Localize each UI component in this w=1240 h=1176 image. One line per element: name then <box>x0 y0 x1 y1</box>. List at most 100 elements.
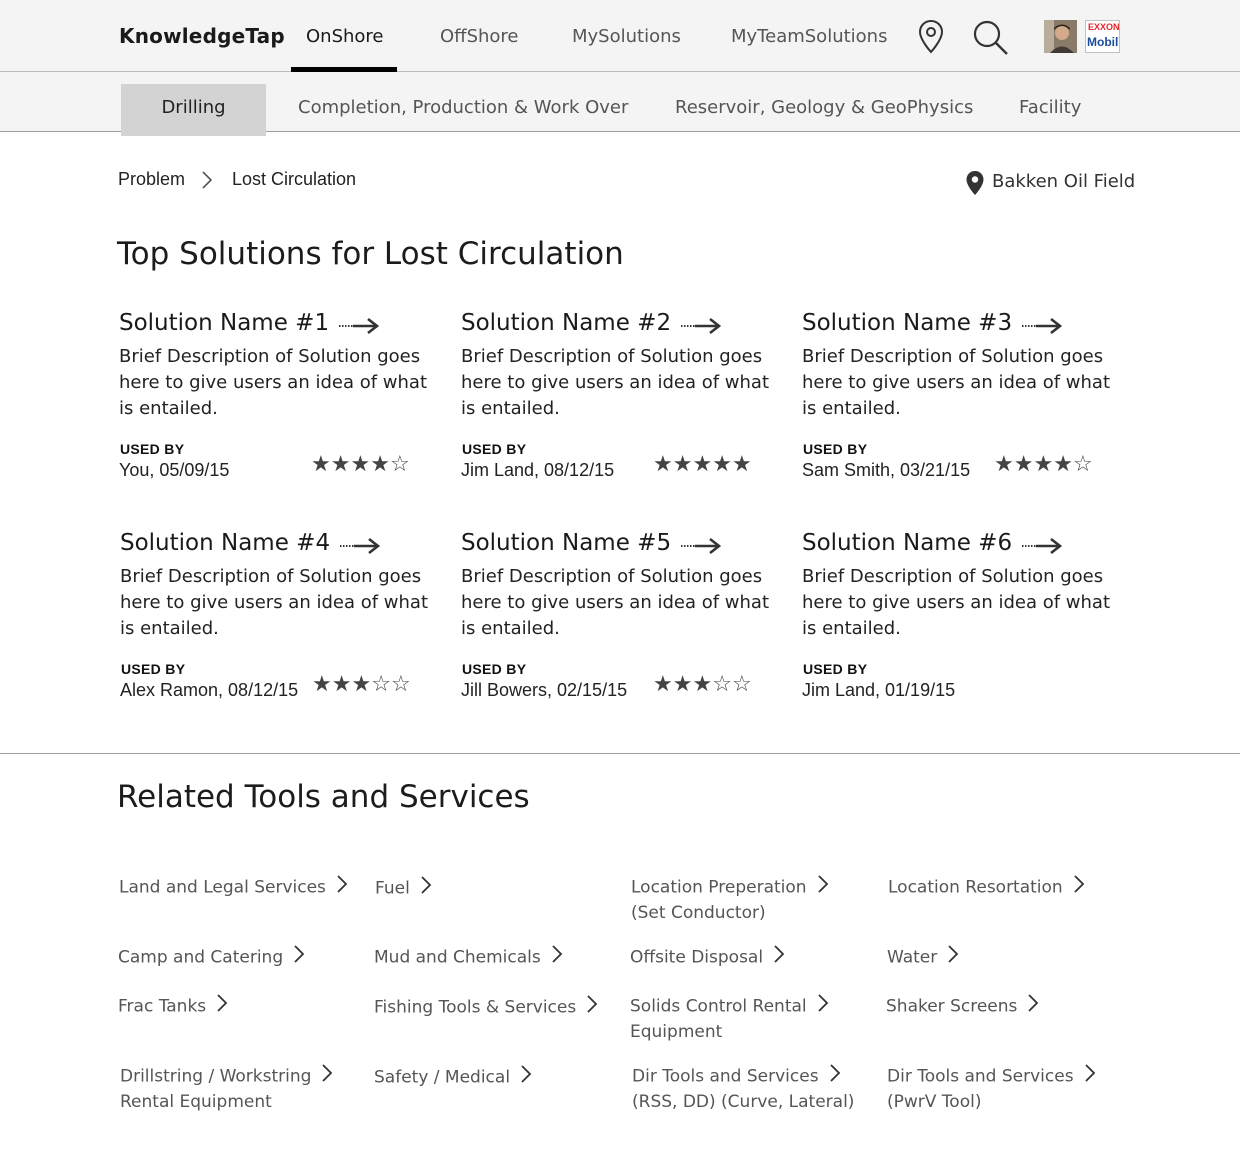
solution-card[interactable]: Solution Name #4 Brief Description of Sol… <box>120 530 440 730</box>
arrow-right-icon[interactable] <box>339 316 381 340</box>
star-rating[interactable]: ★★★☆☆ <box>312 672 411 697</box>
chevron-right-icon[interactable] <box>1073 874 1085 901</box>
star-rating[interactable]: ★★★☆☆ <box>653 672 752 697</box>
star-filled-icon[interactable]: ★ <box>692 672 712 697</box>
star-filled-icon[interactable]: ★ <box>732 452 752 477</box>
chevron-right-icon[interactable] <box>293 944 305 971</box>
solution-title[interactable]: Solution Name #4 <box>120 530 330 556</box>
tool-label[interactable]: Water <box>887 948 937 968</box>
star-filled-icon[interactable]: ★ <box>311 452 331 477</box>
related-tool-link[interactable]: Frac Tanks <box>118 993 228 1020</box>
star-filled-icon[interactable]: ★ <box>312 672 332 697</box>
related-tool-link[interactable]: Dir Tools and Services (PwrV Tool) <box>887 1063 1096 1114</box>
tool-label[interactable]: Shaker Screens <box>886 997 1017 1017</box>
search-icon[interactable] <box>972 19 1010 61</box>
tool-label[interactable]: Fishing Tools & Services <box>374 998 576 1018</box>
related-tool-link[interactable]: Mud and Chemicals <box>374 944 563 971</box>
app-brand[interactable]: KnowledgeTap <box>119 24 285 48</box>
solution-title[interactable]: Solution Name #1 <box>119 310 329 336</box>
arrow-right-icon[interactable] <box>681 536 723 560</box>
tool-label[interactable]: Solids Control Rental <box>630 997 807 1017</box>
related-tool-link[interactable]: Drillstring / Workstring Rental Equipment <box>120 1063 333 1114</box>
tool-label[interactable]: Location Resortation <box>888 878 1063 898</box>
star-rating[interactable]: ★★★★★ <box>653 452 752 477</box>
star-filled-icon[interactable]: ★ <box>994 452 1014 477</box>
subtab-drilling[interactable]: Drilling <box>121 84 266 136</box>
solution-card[interactable]: Solution Name #6 Brief Description of Sol… <box>802 530 1122 730</box>
related-tool-link[interactable]: Dir Tools and Services (RSS, DD) (Curve, … <box>632 1063 854 1114</box>
related-tool-link[interactable]: Camp and Catering <box>118 944 305 971</box>
chevron-right-icon[interactable] <box>1027 993 1039 1020</box>
chevron-right-icon[interactable] <box>773 944 785 971</box>
star-filled-icon[interactable]: ★ <box>370 452 390 477</box>
tool-label[interactable]: Offsite Disposal <box>630 948 763 968</box>
tool-label[interactable]: Safety / Medical <box>374 1068 510 1088</box>
star-filled-icon[interactable]: ★ <box>351 672 371 697</box>
chevron-right-icon[interactable] <box>321 1063 333 1090</box>
star-filled-icon[interactable]: ★ <box>653 672 673 697</box>
related-tool-link[interactable]: Location Resortation <box>888 874 1085 901</box>
solution-card[interactable]: Solution Name #5 Brief Description of Sol… <box>461 530 781 730</box>
user-avatar[interactable] <box>1044 20 1077 53</box>
subtab-facility[interactable]: Facility <box>1019 84 1081 136</box>
chevron-right-icon[interactable] <box>216 993 228 1020</box>
tool-label[interactable]: Land and Legal Services <box>119 878 326 898</box>
tool-label[interactable]: Camp and Catering <box>118 948 283 968</box>
chevron-right-icon[interactable] <box>551 944 563 971</box>
subtab-reservoir[interactable]: Reservoir, Geology & GeoPhysics <box>675 84 973 136</box>
arrow-right-icon[interactable] <box>1022 536 1064 560</box>
star-empty-icon[interactable]: ☆ <box>1073 452 1093 477</box>
chevron-right-icon[interactable] <box>520 1064 532 1091</box>
star-empty-icon[interactable]: ☆ <box>390 452 410 477</box>
tool-label-line2[interactable]: (PwrV Tool) <box>887 1090 1096 1114</box>
related-tool-link[interactable]: Land and Legal Services <box>119 874 348 901</box>
related-tool-link[interactable]: Location Preperation (Set Conductor) <box>631 874 829 925</box>
tab-onshore[interactable]: OnShore <box>306 26 384 47</box>
solution-card[interactable]: Solution Name #2 Brief Description of Sol… <box>461 310 781 510</box>
related-tool-link[interactable]: Solids Control Rental Equipment <box>630 993 829 1044</box>
tool-label-line2[interactable]: (RSS, DD) (Curve, Lateral) <box>632 1090 854 1114</box>
chevron-right-icon[interactable] <box>420 875 432 902</box>
tool-label[interactable]: Dir Tools and Services <box>887 1067 1074 1087</box>
tool-label[interactable]: Dir Tools and Services <box>632 1067 819 1087</box>
related-tool-link[interactable]: Fishing Tools & Services <box>374 994 598 1021</box>
star-empty-icon[interactable]: ☆ <box>371 672 391 697</box>
arrow-right-icon[interactable] <box>340 536 382 560</box>
tool-label[interactable]: Frac Tanks <box>118 997 206 1017</box>
star-filled-icon[interactable]: ★ <box>1053 452 1073 477</box>
tool-label-line2[interactable]: Rental Equipment <box>120 1090 333 1114</box>
related-tool-link[interactable]: Safety / Medical <box>374 1064 532 1091</box>
star-filled-icon[interactable]: ★ <box>692 452 712 477</box>
tool-label-line2[interactable]: (Set Conductor) <box>631 901 829 925</box>
star-filled-icon[interactable]: ★ <box>653 452 673 477</box>
star-rating[interactable]: ★★★★☆ <box>994 452 1093 477</box>
tool-label[interactable]: Location Preperation <box>631 878 807 898</box>
star-rating[interactable]: ★★★★☆ <box>311 452 410 477</box>
tool-label[interactable]: Drillstring / Workstring <box>120 1067 311 1087</box>
tab-offshore[interactable]: OffShore <box>440 26 519 47</box>
tab-mysolutions[interactable]: MySolutions <box>572 26 681 47</box>
arrow-right-icon[interactable] <box>681 316 723 340</box>
star-empty-icon[interactable]: ☆ <box>391 672 411 697</box>
chevron-right-icon[interactable] <box>1084 1063 1096 1090</box>
star-filled-icon[interactable]: ★ <box>673 452 693 477</box>
star-filled-icon[interactable]: ★ <box>332 672 352 697</box>
tool-label[interactable]: Mud and Chemicals <box>374 948 541 968</box>
chevron-right-icon[interactable] <box>829 1063 841 1090</box>
related-tool-link[interactable]: Offsite Disposal <box>630 944 785 971</box>
arrow-right-icon[interactable] <box>1022 316 1064 340</box>
solution-title[interactable]: Solution Name #3 <box>802 310 1012 336</box>
star-empty-icon[interactable]: ☆ <box>732 672 752 697</box>
chevron-right-icon[interactable] <box>336 874 348 901</box>
chevron-right-icon[interactable] <box>817 993 829 1020</box>
solution-title[interactable]: Solution Name #5 <box>461 530 671 556</box>
star-filled-icon[interactable]: ★ <box>1033 452 1053 477</box>
tool-label[interactable]: Fuel <box>375 879 410 899</box>
chevron-right-icon[interactable] <box>817 874 829 901</box>
star-filled-icon[interactable]: ★ <box>331 452 351 477</box>
breadcrumb-problem[interactable]: Problem <box>118 169 185 190</box>
solution-card[interactable]: Solution Name #3 Brief Description of Sol… <box>802 310 1122 510</box>
chevron-right-icon[interactable] <box>947 944 959 971</box>
tool-label-line2[interactable]: Equipment <box>630 1020 829 1044</box>
related-tool-link[interactable]: Shaker Screens <box>886 993 1039 1020</box>
